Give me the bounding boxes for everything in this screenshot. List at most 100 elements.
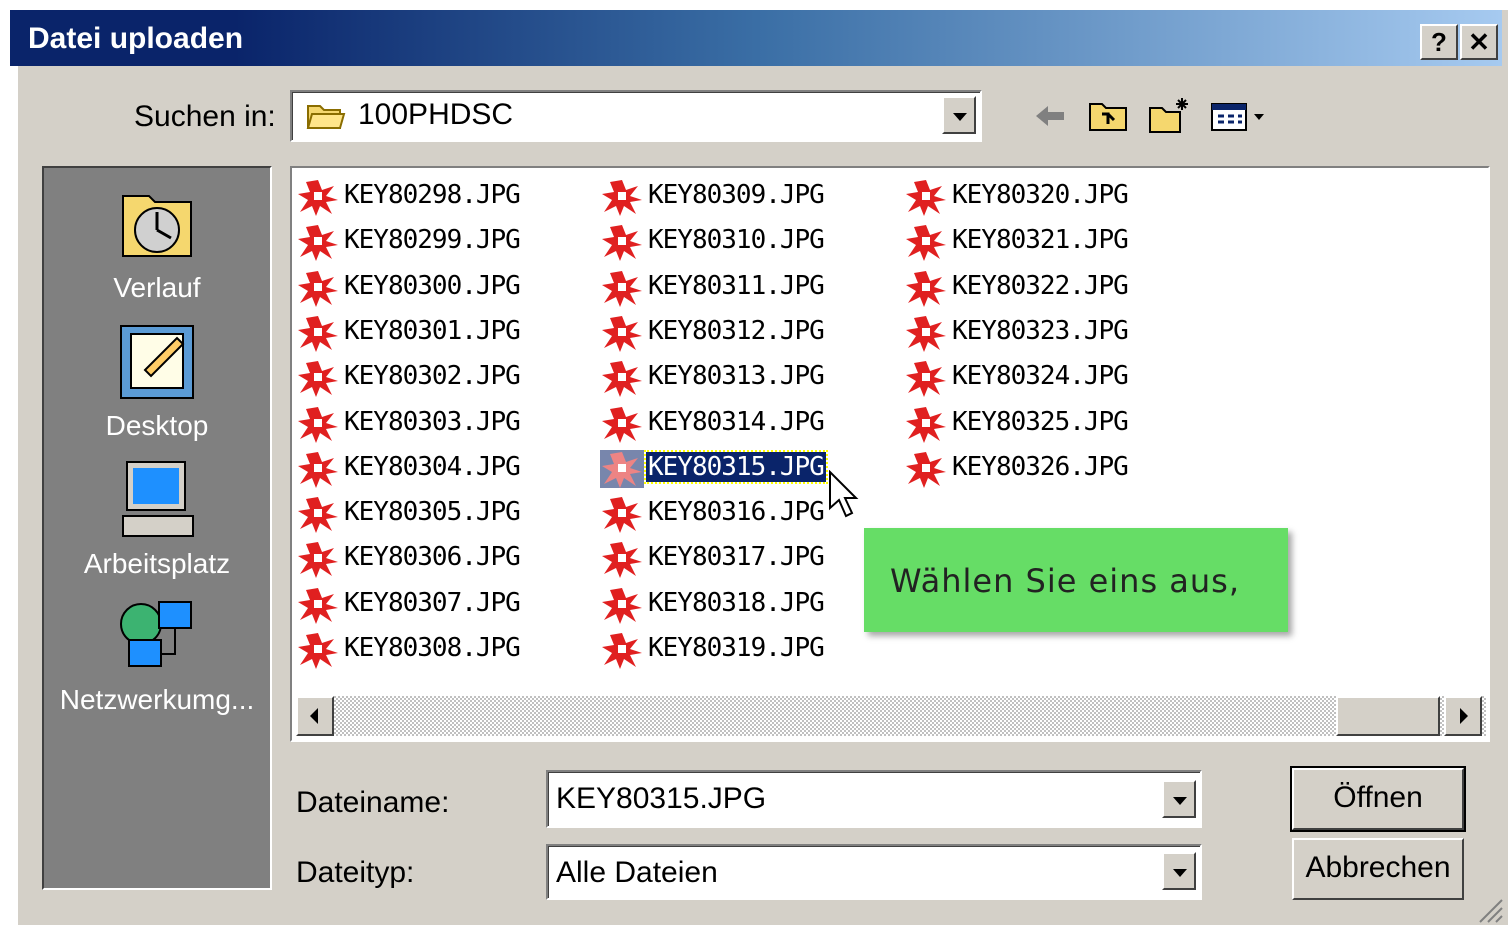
jpg-file-icon bbox=[906, 451, 946, 488]
filetype-label: Dateityp: bbox=[296, 856, 415, 889]
my-computer-icon bbox=[122, 461, 194, 537]
network-icon bbox=[120, 601, 192, 667]
jpg-file-icon bbox=[602, 225, 642, 262]
file-name: KEY80299.JPG bbox=[344, 225, 521, 256]
file-name: KEY80301.JPG bbox=[344, 315, 521, 346]
jpg-file-icon bbox=[298, 542, 338, 579]
horizontal-scrollbar[interactable] bbox=[296, 696, 1486, 736]
file-name: KEY80306.JPG bbox=[344, 542, 521, 573]
jpg-file-icon bbox=[906, 270, 946, 307]
file-name: KEY80309.JPG bbox=[648, 180, 825, 210]
title-bar[interactable]: Datei uploaden ? ✕ bbox=[10, 10, 1502, 66]
file-name: KEY80317.JPG bbox=[648, 542, 825, 573]
close-button[interactable]: ✕ bbox=[1460, 24, 1498, 60]
place-netzwerk[interactable]: Netzwerkumg... bbox=[44, 594, 270, 716]
file-name: KEY80312.JPG bbox=[648, 315, 825, 346]
file-name: KEY80302.JPG bbox=[344, 361, 521, 392]
jpg-file-icon bbox=[298, 497, 338, 534]
jpg-file-icon bbox=[298, 451, 338, 488]
file-name: KEY80313.JPG bbox=[648, 361, 825, 392]
file-name: KEY80319.JPG bbox=[648, 633, 825, 663]
filename-input[interactable]: KEY80315.JPG bbox=[556, 782, 766, 816]
file-name: KEY80305.JPG bbox=[344, 497, 521, 528]
view-menu-icon[interactable] bbox=[1210, 96, 1274, 136]
lookin-combo[interactable]: 100PHDSC bbox=[290, 90, 982, 142]
file-name: KEY80318.JPG bbox=[648, 587, 825, 618]
file-name: KEY80315.JPG bbox=[644, 449, 828, 484]
file-name: KEY80324.JPG bbox=[952, 361, 1129, 392]
file-name: KEY80314.JPG bbox=[648, 406, 825, 437]
place-verlauf[interactable]: Verlauf bbox=[44, 182, 270, 304]
filename-label: Dateiname: bbox=[296, 786, 450, 819]
cancel-button[interactable]: Abbrechen bbox=[1292, 838, 1464, 900]
jpg-file-icon bbox=[298, 315, 338, 352]
desktop-icon bbox=[120, 325, 194, 399]
place-label: Desktop bbox=[105, 410, 209, 441]
jpg-file-icon bbox=[906, 361, 946, 398]
mouse-cursor-icon bbox=[829, 470, 859, 518]
file-list[interactable]: KEY80298.JPG KEY80299.JPG KEY80300.JPG KEY8… bbox=[290, 166, 1490, 742]
resize-grip-icon[interactable] bbox=[1474, 894, 1504, 924]
jpg-file-icon bbox=[298, 406, 338, 443]
file-name: KEY80310.JPG bbox=[648, 225, 825, 256]
filetype-value: Alle Dateien bbox=[556, 856, 718, 889]
filename-combo[interactable]: KEY80315.JPG bbox=[546, 770, 1202, 828]
jpg-file-icon bbox=[602, 406, 642, 443]
jpg-file-icon bbox=[906, 180, 946, 216]
scroll-thumb[interactable] bbox=[1336, 696, 1440, 736]
scroll-left-button[interactable] bbox=[296, 696, 334, 736]
help-button[interactable]: ? bbox=[1420, 24, 1458, 60]
file-name: KEY80326.JPG bbox=[952, 451, 1129, 482]
new-folder-icon[interactable] bbox=[1148, 96, 1192, 136]
filename-dropdown-button[interactable] bbox=[1162, 780, 1196, 818]
jpg-file-icon bbox=[906, 315, 946, 352]
back-arrow-icon[interactable] bbox=[1030, 96, 1070, 136]
up-folder-icon[interactable] bbox=[1088, 96, 1130, 136]
jpg-file-icon bbox=[602, 180, 642, 216]
file-name: KEY80298.JPG bbox=[344, 180, 521, 210]
file-name: KEY80321.JPG bbox=[952, 225, 1129, 256]
file-name: KEY80308.JPG bbox=[344, 633, 521, 663]
file-name: KEY80325.JPG bbox=[952, 406, 1129, 437]
file-name: KEY80311.JPG bbox=[648, 270, 825, 301]
filetype-dropdown-button[interactable] bbox=[1162, 852, 1196, 890]
file-name: KEY80320.JPG bbox=[952, 180, 1129, 210]
file-name: KEY80316.JPG bbox=[648, 497, 825, 528]
jpg-file-icon bbox=[906, 225, 946, 262]
file-name: KEY80304.JPG bbox=[344, 451, 521, 482]
jpg-file-icon bbox=[298, 587, 338, 624]
jpg-file-icon bbox=[298, 633, 338, 669]
lookin-value: 100PHDSC bbox=[358, 98, 514, 131]
jpg-file-icon bbox=[602, 270, 642, 307]
jpg-file-icon bbox=[600, 449, 644, 488]
arrow-right-icon bbox=[1460, 708, 1468, 724]
lookin-label: Suchen in: bbox=[134, 100, 276, 133]
jpg-file-icon bbox=[602, 361, 642, 398]
lookin-dropdown-button[interactable] bbox=[942, 96, 976, 134]
open-button[interactable]: Öffnen bbox=[1290, 766, 1466, 832]
jpg-file-icon bbox=[298, 270, 338, 307]
hint-tooltip: Wählen Sie eins aus, bbox=[864, 528, 1288, 632]
file-name: KEY80322.JPG bbox=[952, 270, 1129, 301]
jpg-file-icon bbox=[602, 633, 642, 669]
file-name: KEY80323.JPG bbox=[952, 315, 1129, 346]
jpg-file-icon bbox=[906, 406, 946, 443]
places-bar: Verlauf Desktop Arbeitsplatz Netzwerkumg… bbox=[42, 166, 272, 890]
place-label: Netzwerkumg... bbox=[59, 684, 255, 715]
file-name: KEY80300.JPG bbox=[344, 270, 521, 301]
file-name: KEY80307.JPG bbox=[344, 587, 521, 618]
place-arbeitsplatz[interactable]: Arbeitsplatz bbox=[44, 458, 270, 580]
folder-open-icon bbox=[306, 105, 346, 129]
scroll-right-button[interactable] bbox=[1444, 696, 1482, 736]
jpg-file-icon bbox=[602, 497, 642, 534]
file-name: KEY80303.JPG bbox=[344, 406, 521, 437]
jpg-file-icon bbox=[602, 542, 642, 579]
filetype-combo[interactable]: Alle Dateien bbox=[546, 844, 1202, 900]
place-desktop[interactable]: Desktop bbox=[44, 320, 270, 442]
jpg-file-icon bbox=[298, 225, 338, 262]
jpg-file-icon bbox=[602, 587, 642, 624]
jpg-file-icon bbox=[298, 361, 338, 398]
jpg-file-icon bbox=[602, 315, 642, 352]
arrow-left-icon bbox=[310, 708, 318, 724]
place-label: Verlauf bbox=[113, 272, 201, 303]
